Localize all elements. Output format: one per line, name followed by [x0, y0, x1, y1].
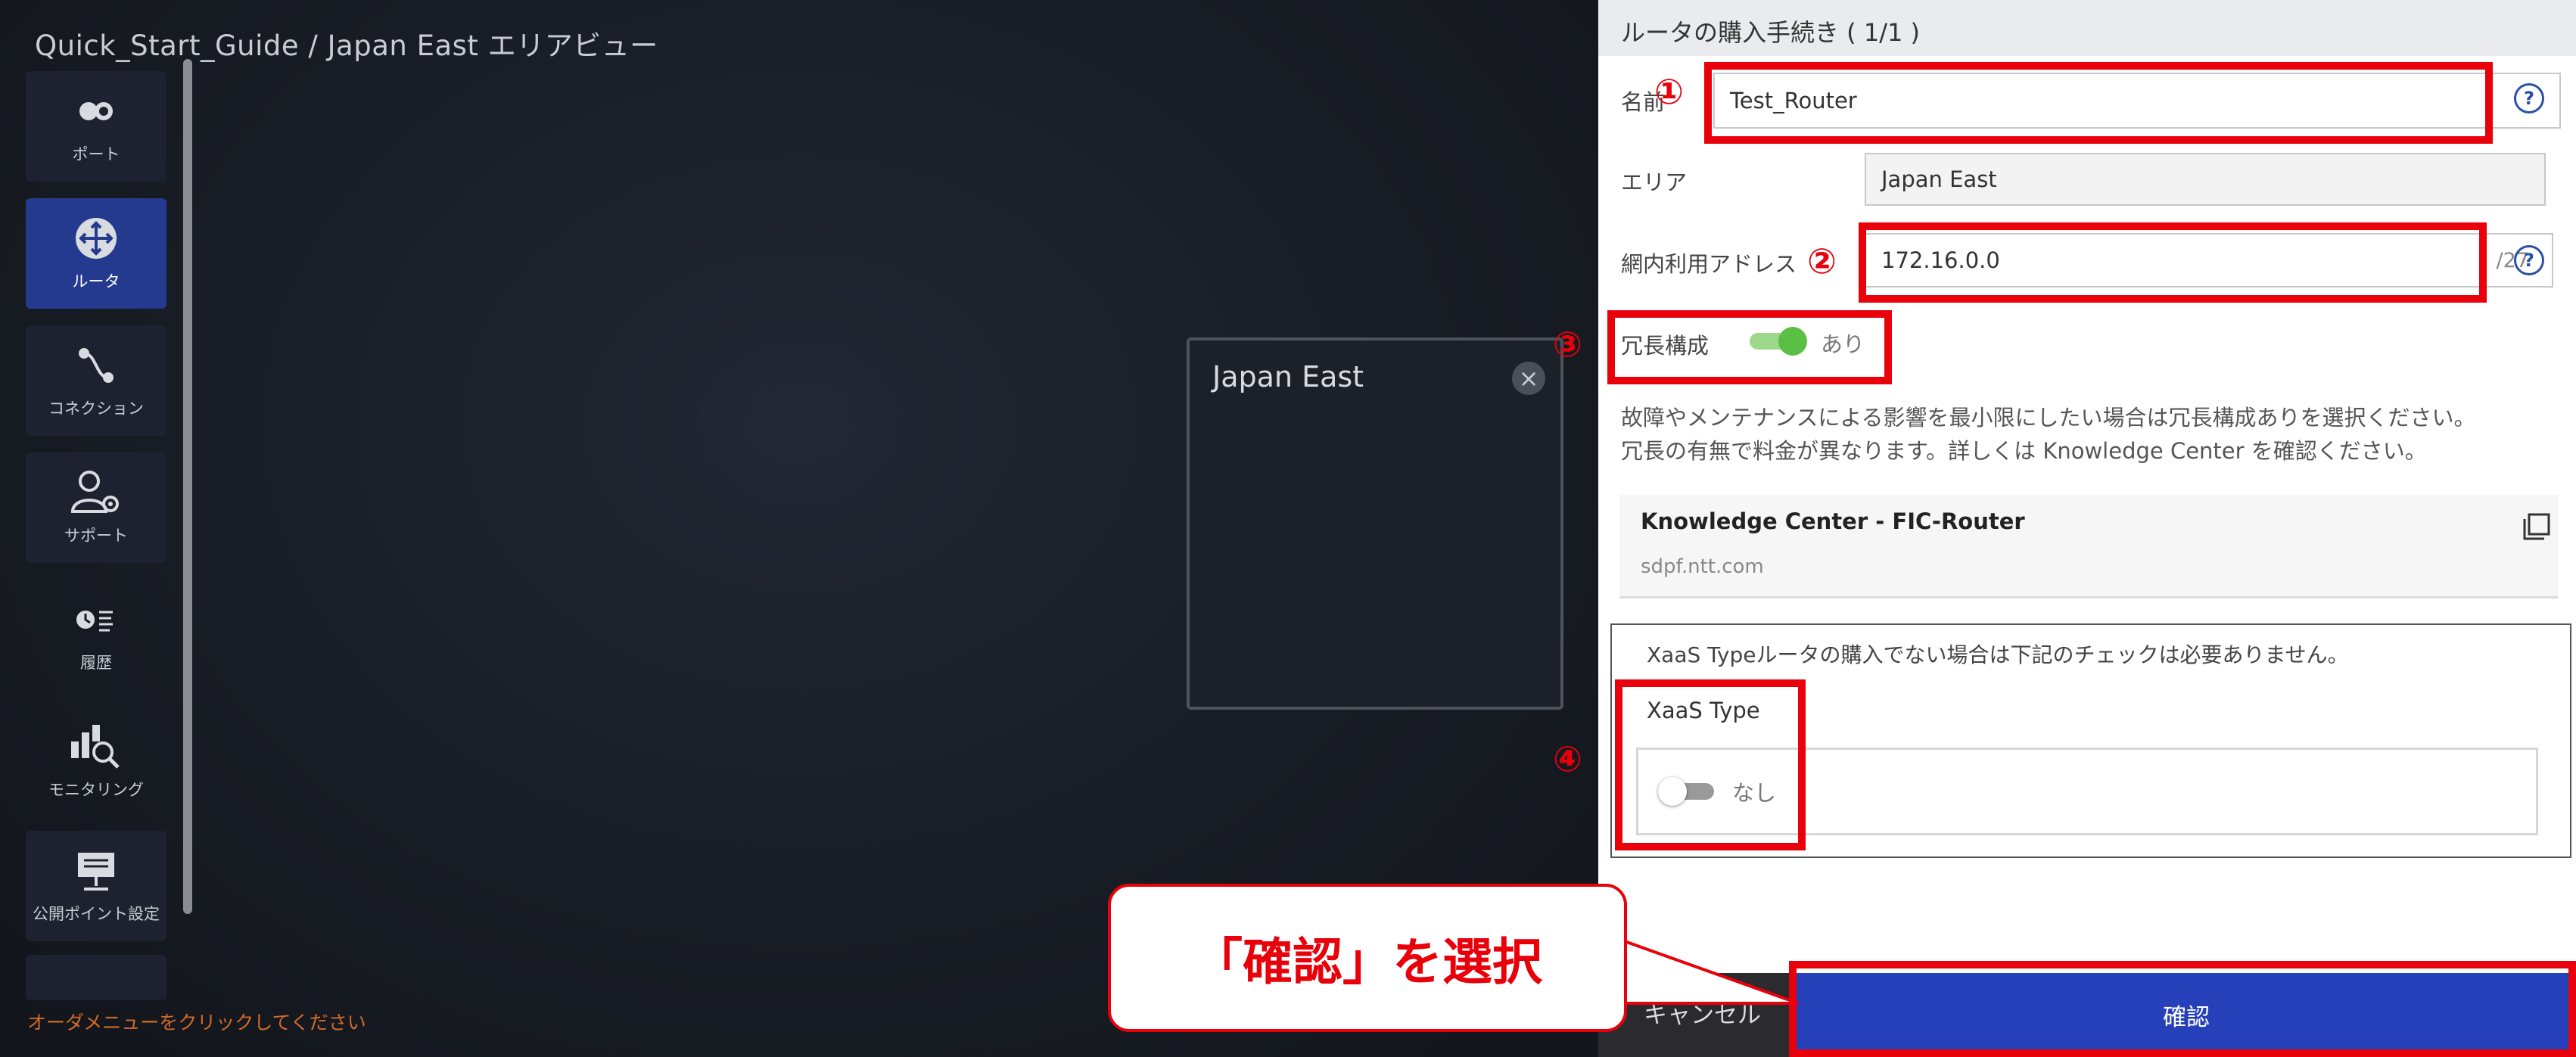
sidebar-item-history[interactable]: 履歴 — [26, 580, 166, 690]
annotation-box-xaas — [1615, 679, 1806, 850]
area-field: Japan East — [1865, 153, 2546, 206]
sidebar-item-label: ポート — [72, 145, 120, 163]
sidebar-item-public-point[interactable]: 公開ポイント設定 — [26, 831, 166, 941]
annotation-box-confirm — [1789, 961, 2576, 1057]
sidebar-item-label: コネクション — [48, 399, 144, 418]
description-line-1: 故障やメンテナンスによる影響を最小限にしたい場合は冗長構成ありを選択ください。 — [1621, 405, 2476, 431]
router-purchase-panel: ルータの購入手続き ( 1/1 ) 名前 Test_Router ? エリア J… — [1598, 0, 2576, 1057]
sidebar-item-more[interactable] — [26, 955, 166, 1000]
address-label: 網内利用アドレス — [1621, 251, 1797, 277]
app-window: Quick_Start_Guide / Japan East エリアビュー ポー… — [0, 0, 2576, 1057]
panel-header: ルータの購入手続き ( 1/1 ) — [1598, 0, 2576, 56]
annotation-number-4: ④ — [1553, 738, 1582, 779]
order-menu-hint: オーダメニューをクリックしてください — [27, 1012, 366, 1034]
port-icon — [70, 88, 123, 135]
annotation-box-address — [1859, 222, 2487, 303]
sidebar-item-connection[interactable]: コネクション — [26, 325, 166, 436]
copy-icon[interactable] — [2522, 511, 2552, 545]
name-help-icon[interactable]: ? — [2514, 83, 2544, 113]
close-icon[interactable]: × — [1512, 362, 1545, 395]
sidebar-item-port[interactable]: ポート — [26, 71, 166, 182]
redundancy-description: 故障やメンテナンスによる影響を最小限にしたい場合は冗長構成ありを選択ください。 … — [1621, 401, 2567, 468]
sidebar-item-support[interactable]: サポート — [26, 452, 166, 563]
sidebar-item-label: モニタリング — [48, 781, 144, 799]
public-point-icon — [70, 847, 123, 894]
support-icon — [70, 469, 123, 516]
region-card[interactable]: Japan East × — [1187, 337, 1563, 710]
description-line-2: 冗長の有無で料金が異なります。詳しくは Knowledge Center を確認… — [1621, 438, 2427, 464]
panel-title: ルータの購入手続き ( 1/1 ) — [1621, 18, 1920, 47]
region-title: Japan East — [1212, 360, 1364, 393]
annotation-box-name — [1704, 62, 2493, 144]
annotation-callout: 「確認」を選択 — [1108, 884, 1627, 1032]
sidebar-item-label: 履歴 — [80, 654, 112, 672]
breadcrumb: Quick_Start_Guide / Japan East エリアビュー — [35, 30, 658, 62]
sidebar-item-router[interactable]: ルータ — [26, 198, 166, 309]
sidebar-item-label: 公開ポイント設定 — [33, 905, 160, 923]
callout-tail — [1612, 934, 1799, 1005]
connection-icon — [70, 342, 123, 389]
annotation-number-3: ③ — [1553, 324, 1582, 365]
sidebar-item-label: サポート — [64, 527, 128, 545]
sidebar-item-label: ルータ — [72, 272, 120, 291]
router-icon — [70, 215, 123, 262]
sidebar-scrollbar[interactable] — [183, 59, 192, 914]
address-help-icon[interactable]: ? — [2514, 245, 2544, 275]
knowledge-center-link[interactable]: Knowledge Center - FIC-Router sdpf.ntt.c… — [1619, 495, 2558, 598]
area-value: Japan East — [1881, 166, 1997, 192]
annotation-box-redundancy — [1607, 310, 1892, 384]
history-icon — [70, 596, 123, 643]
sidebar-item-monitoring[interactable]: モニタリング — [26, 707, 166, 817]
area-label: エリア — [1621, 169, 1688, 195]
monitoring-icon — [70, 723, 123, 770]
annotation-number-1: ① — [1654, 71, 1684, 112]
xaas-note: XaaS Typeルータの購入でない場合は下記のチェックは必要ありません。 — [1647, 642, 2349, 667]
annotation-number-2: ② — [1807, 241, 1837, 281]
kc-url: sdpf.ntt.com — [1641, 555, 1764, 578]
kc-title: Knowledge Center - FIC-Router — [1641, 508, 2025, 534]
